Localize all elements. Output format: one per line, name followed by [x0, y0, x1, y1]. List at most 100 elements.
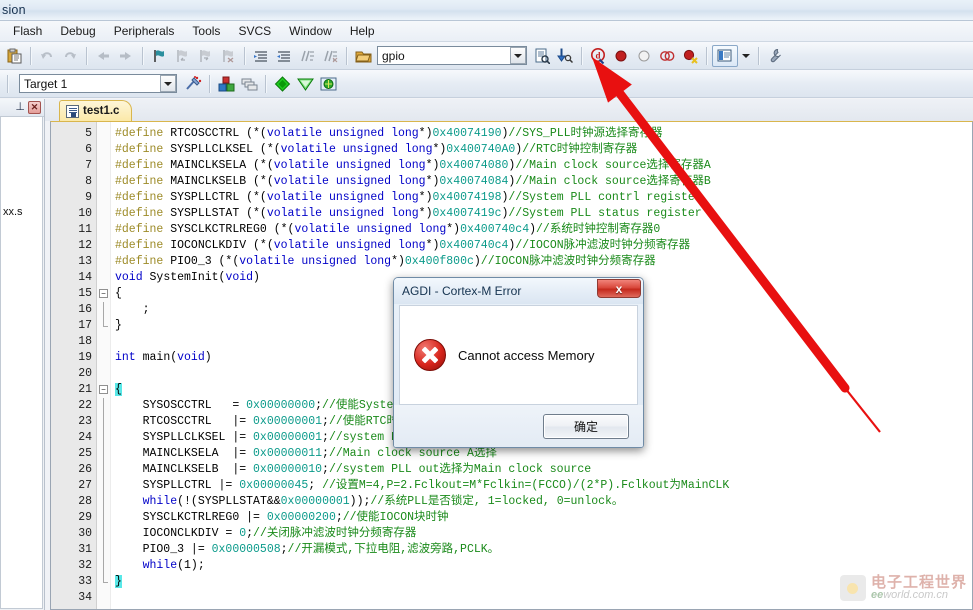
- line-number: 24: [78, 431, 92, 444]
- fold-marker: [97, 158, 110, 174]
- download-icon[interactable]: [294, 73, 316, 95]
- code-line[interactable]: #define SYSPLLCTRL (*(volatile unsigned …: [111, 190, 972, 206]
- code-line[interactable]: MAINCLKSELA |= 0x00000011;//Main clock s…: [111, 446, 972, 462]
- code-line[interactable]: while(!(SYSPLLSTAT&&0x00000001));//系统PLL…: [111, 494, 972, 510]
- code-line[interactable]: #define SYSCLKCTRLREG0 (*(volatile unsig…: [111, 222, 972, 238]
- line-number: 31: [78, 543, 92, 556]
- code-token: (!(SYSPLLSTAT&&: [177, 495, 281, 508]
- bookmark-prev-icon[interactable]: [171, 45, 193, 67]
- code-token: 0x00000508: [211, 543, 281, 556]
- uncomment-lines-icon[interactable]: [319, 45, 341, 67]
- navigate-back-icon[interactable]: [92, 45, 114, 67]
- dialog-close-button[interactable]: x: [597, 279, 641, 298]
- build-icon[interactable]: [215, 73, 237, 95]
- fold-guide-line: [103, 414, 104, 430]
- manage-project-icon[interactable]: [317, 73, 339, 95]
- dialog-title: AGDI - Cortex-M Error: [402, 284, 522, 298]
- undo-icon[interactable]: [36, 45, 58, 67]
- open-file-icon[interactable]: [352, 45, 374, 67]
- menu-window[interactable]: Window: [280, 22, 341, 40]
- target-selected-value[interactable]: Target 1: [24, 77, 67, 91]
- code-token: 0x00000045: [239, 479, 309, 492]
- code-line[interactable]: MAINCLKSELB |= 0x00000010;//system PLL o…: [111, 462, 972, 478]
- indent-decrease-icon[interactable]: [273, 45, 295, 67]
- project-tree-item[interactable]: xx.s: [3, 206, 23, 218]
- code-line[interactable]: #define SYSPLLCLKSEL (*(volatile unsigne…: [111, 142, 972, 158]
- start-debug-session-icon[interactable]: d: [587, 45, 609, 67]
- find-input-value[interactable]: gpio: [382, 49, 405, 63]
- breakpoint-insert-icon[interactable]: [610, 45, 632, 67]
- code-line[interactable]: while(1);: [111, 558, 972, 574]
- line-number: 13: [78, 255, 92, 268]
- target-options-icon[interactable]: [182, 73, 204, 95]
- code-token: //使能IOCON块时钟: [342, 511, 449, 524]
- rebuild-all-icon[interactable]: [238, 73, 260, 95]
- code-line[interactable]: #define MAINCLKSELA (*(volatile unsigned…: [111, 158, 972, 174]
- code-token: void: [115, 271, 150, 284]
- code-line[interactable]: SYSCLKCTRLREG0 |= 0x00000200;//使能IOCON块时…: [111, 510, 972, 526]
- fold-collapse-icon[interactable]: −: [99, 289, 108, 298]
- tab-test1-c[interactable]: test1.c: [59, 100, 133, 121]
- dialog-ok-button[interactable]: 确定: [543, 413, 629, 439]
- code-token: SYSPLLCLKSEL (*(: [170, 143, 281, 156]
- menu-tools[interactable]: Tools: [183, 22, 229, 40]
- code-line[interactable]: #define PIO0_3 (*(volatile unsigned long…: [111, 254, 972, 270]
- find-in-files-icon[interactable]: [531, 45, 553, 67]
- code-token: //system PLL out选择为Main clock source: [328, 463, 592, 476]
- fold-guide-line: [103, 430, 104, 446]
- find-combobox[interactable]: gpio: [377, 46, 527, 65]
- menu-help[interactable]: Help: [341, 22, 384, 40]
- comment-lines-icon[interactable]: [296, 45, 318, 67]
- line-number: 20: [78, 367, 92, 380]
- fold-marker: [97, 478, 110, 494]
- paste-icon[interactable]: [3, 45, 25, 67]
- menu-flash[interactable]: Flash: [4, 22, 51, 40]
- code-line[interactable]: #define IOCONCLKDIV (*(volatile unsigned…: [111, 238, 972, 254]
- code-token: //开漏模式,下拉电阻,滤波旁路,PCLK。: [287, 543, 500, 556]
- menu-debug[interactable]: Debug: [51, 22, 104, 40]
- menu-peripherals[interactable]: Peripherals: [105, 22, 184, 40]
- code-token: 0x00000011: [253, 447, 323, 460]
- target-combobox[interactable]: Target 1: [19, 74, 177, 93]
- toolbar-separator: [265, 74, 266, 93]
- code-token: ;: [322, 415, 329, 428]
- indent-increase-icon[interactable]: [250, 45, 272, 67]
- bookmark-next-icon[interactable]: [194, 45, 216, 67]
- window-dropdown-icon[interactable]: [739, 45, 753, 67]
- code-token: IOCONCLKDIV (*(: [170, 239, 274, 252]
- bookmark-clear-icon[interactable]: [217, 45, 239, 67]
- breakpoint-kill-all-icon[interactable]: [679, 45, 701, 67]
- menu-svcs[interactable]: SVCS: [229, 22, 280, 40]
- project-tree[interactable]: xx.s: [0, 117, 43, 609]
- code-folding-column[interactable]: − −: [97, 122, 111, 609]
- code-line[interactable]: IOCONCLKDIV = 0;//关闭脉冲滤波时钟分频寄存器: [111, 526, 972, 542]
- pin-icon[interactable]: ⊥: [15, 102, 25, 113]
- close-icon[interactable]: ✕: [28, 101, 41, 114]
- code-token: 0x00000200: [266, 511, 336, 524]
- code-line[interactable]: #define RTCOSCCTRL (*(volatile unsigned …: [111, 126, 972, 142]
- batch-build-icon[interactable]: [271, 73, 293, 95]
- configure-tools-icon[interactable]: [764, 45, 786, 67]
- navigate-forward-icon[interactable]: [115, 45, 137, 67]
- redo-icon[interactable]: [59, 45, 81, 67]
- code-token: PIO0_3 (*(: [170, 255, 240, 268]
- code-line[interactable]: #define MAINCLKSELB (*(volatile unsigned…: [111, 174, 972, 190]
- code-line[interactable]: #define SYSPLLSTAT (*(volatile unsigned …: [111, 206, 972, 222]
- fold-marker: [97, 350, 110, 366]
- watermark-cn-text: 电子工程世界: [870, 573, 967, 591]
- fold-marker[interactable]: −: [97, 382, 110, 398]
- find-next-icon[interactable]: [554, 45, 576, 67]
- toolbar-separator: [581, 46, 582, 65]
- target-dropdown-arrow[interactable]: [160, 75, 176, 92]
- breakpoint-disable-all-icon[interactable]: [656, 45, 678, 67]
- breakpoint-disable-icon[interactable]: [633, 45, 655, 67]
- code-line[interactable]: PIO0_3 |= 0x00000508;//开漏模式,下拉电阻,滤波旁路,PC…: [111, 542, 972, 558]
- bookmark-toggle-icon[interactable]: [148, 45, 170, 67]
- find-dropdown-arrow[interactable]: [510, 47, 526, 64]
- error-dialog[interactable]: AGDI - Cortex-M Error x Cannot access Me…: [393, 277, 644, 448]
- code-token: 0x400740c4: [439, 239, 509, 252]
- fold-collapse-icon[interactable]: −: [99, 385, 108, 394]
- manage-windows-icon[interactable]: [712, 44, 738, 67]
- fold-marker[interactable]: −: [97, 286, 110, 302]
- code-line[interactable]: SYSPLLCTRL |= 0x00000045; //设置M=4,P=2.Fc…: [111, 478, 972, 494]
